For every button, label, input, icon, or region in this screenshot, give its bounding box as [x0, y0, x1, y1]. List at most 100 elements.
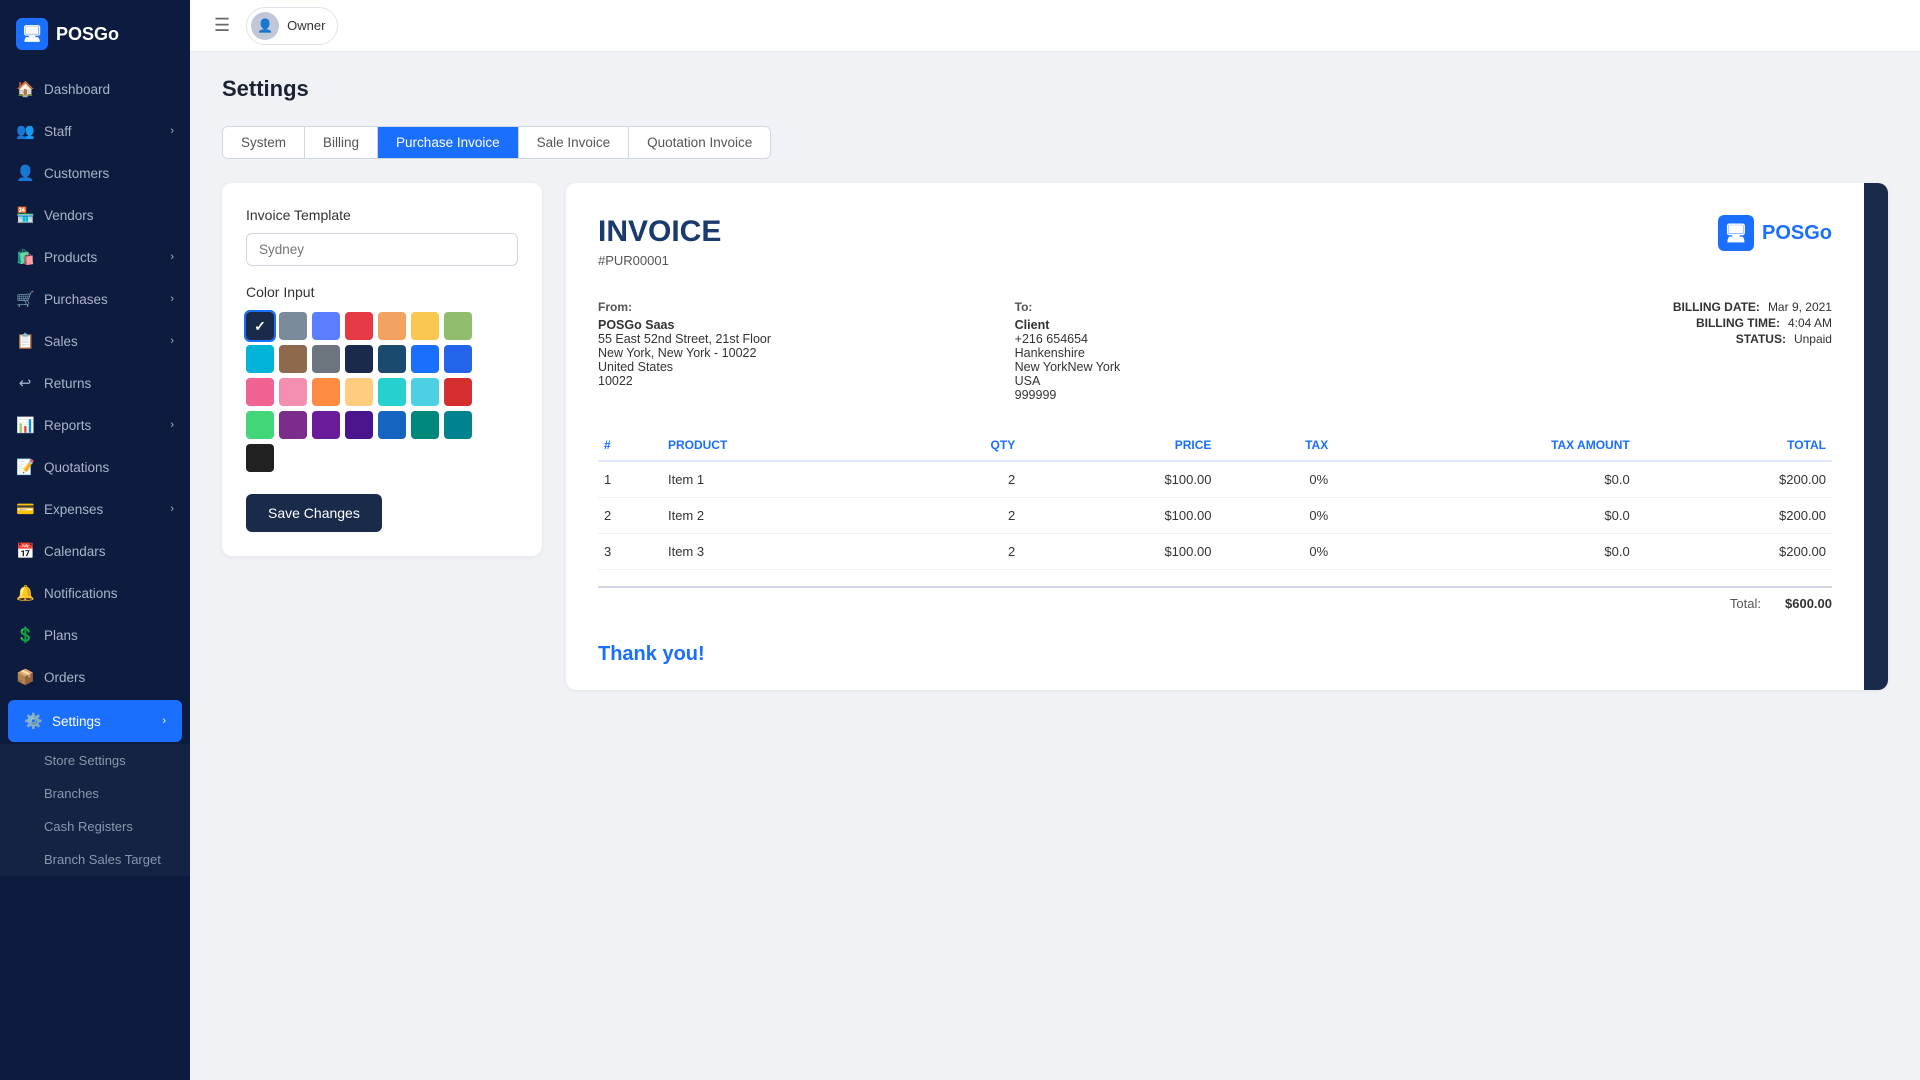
sidebar-item-reports[interactable]: 📊 Reports ›	[0, 404, 190, 446]
topbar: ☰ 👤 Owner	[190, 0, 1920, 52]
color-swatch-21[interactable]	[246, 411, 274, 439]
tab-sale-invoice[interactable]: Sale Invoice	[519, 127, 630, 158]
invoice-stripe	[1864, 183, 1888, 690]
color-swatch-19[interactable]	[411, 378, 439, 406]
app-logo[interactable]: 🖥 POSGo	[0, 0, 190, 68]
color-swatch-18[interactable]	[378, 378, 406, 406]
tab-purchase-invoice[interactable]: Purchase Invoice	[378, 127, 519, 158]
expenses-chevron-icon: ›	[170, 503, 174, 515]
col-total: TOTAL	[1636, 430, 1832, 461]
save-button[interactable]: Save Changes	[246, 494, 382, 532]
sidebar-item-sales[interactable]: 📋 Sales ›	[0, 320, 190, 362]
sidebar-item-calendars[interactable]: 📅 Calendars	[0, 530, 190, 572]
sidebar-label-notifications: Notifications	[44, 586, 118, 601]
to-name: Client	[1015, 318, 1416, 332]
color-swatch-3[interactable]	[345, 312, 373, 340]
content-area: Settings System Billing Purchase Invoice…	[190, 52, 1920, 1080]
color-swatch-24[interactable]	[345, 411, 373, 439]
sidebar-label-staff: Staff	[44, 124, 72, 139]
col-tax: TAX	[1217, 430, 1334, 461]
color-swatch-7[interactable]	[246, 345, 274, 373]
color-swatch-16[interactable]	[312, 378, 340, 406]
sidebar-item-customers[interactable]: 👤 Customers	[0, 152, 190, 194]
user-label: Owner	[287, 18, 325, 33]
tab-system[interactable]: System	[223, 127, 305, 158]
template-input[interactable]	[246, 233, 518, 266]
color-swatch-4[interactable]	[378, 312, 406, 340]
sidebar-item-returns[interactable]: ↩ Returns	[0, 362, 190, 404]
billing-time-label: BILLING TIME:	[1696, 316, 1780, 330]
sidebar-item-plans[interactable]: 💲 Plans	[0, 614, 190, 656]
invoice-logo: 🖥 POSGo	[1718, 215, 1832, 251]
cell-price: $100.00	[1021, 534, 1217, 570]
color-swatch-12[interactable]	[411, 345, 439, 373]
billing-time-val: 4:04 AM	[1788, 316, 1832, 330]
sidebar-item-orders[interactable]: 📦 Orders	[0, 656, 190, 698]
to-city1: Hankenshire	[1015, 346, 1416, 360]
invoice-logo-icon: 🖥	[1718, 215, 1754, 251]
sidebar-item-products[interactable]: 🛍️ Products ›	[0, 236, 190, 278]
color-swatch-0[interactable]	[246, 312, 274, 340]
color-swatch-9[interactable]	[312, 345, 340, 373]
cell-tax-amount: $0.0	[1334, 534, 1636, 570]
reports-icon: 📊	[16, 416, 34, 434]
color-swatch-5[interactable]	[411, 312, 439, 340]
from-city: New York, New York - 10022	[598, 346, 999, 360]
sidebar-item-vendors[interactable]: 🏪 Vendors	[0, 194, 190, 236]
sidebar-item-expenses[interactable]: 💳 Expenses ›	[0, 488, 190, 530]
form-panel: Invoice Template Color Input Save Change…	[222, 183, 542, 556]
total-label: Total:	[1730, 596, 1761, 611]
sidebar-item-quotations[interactable]: 📝 Quotations	[0, 446, 190, 488]
tab-quotation-invoice[interactable]: Quotation Invoice	[629, 127, 770, 158]
color-swatch-1[interactable]	[279, 312, 307, 340]
table-row: 2 Item 2 2 $100.00 0% $0.0 $200.00	[598, 498, 1832, 534]
page-title: Settings	[222, 76, 1888, 102]
sidebar-item-notifications[interactable]: 🔔 Notifications	[0, 572, 190, 614]
color-swatch-2[interactable]	[312, 312, 340, 340]
invoice-header: INVOICE #PUR00001 🖥 POSGo	[598, 215, 1832, 268]
sidebar-sub-cash-registers[interactable]: Cash Registers	[0, 810, 190, 843]
color-swatch-15[interactable]	[279, 378, 307, 406]
color-swatch-25[interactable]	[378, 411, 406, 439]
color-swatch-8[interactable]	[279, 345, 307, 373]
color-swatch-14[interactable]	[246, 378, 274, 406]
color-swatch-13[interactable]	[444, 345, 472, 373]
sidebar-sub-branches[interactable]: Branches	[0, 777, 190, 810]
color-swatch-6[interactable]	[444, 312, 472, 340]
color-swatch-26[interactable]	[411, 411, 439, 439]
status-val: Unpaid	[1794, 332, 1832, 346]
color-swatch-23[interactable]	[312, 411, 340, 439]
user-button[interactable]: 👤 Owner	[246, 7, 338, 45]
sales-chevron-icon: ›	[170, 335, 174, 347]
color-swatch-20[interactable]	[444, 378, 472, 406]
purchases-chevron-icon: ›	[170, 293, 174, 305]
col-product: PRODUCT	[662, 430, 899, 461]
sidebar-label-calendars: Calendars	[44, 544, 106, 559]
color-swatch-11[interactable]	[378, 345, 406, 373]
color-swatch-22[interactable]	[279, 411, 307, 439]
status-label: STATUS:	[1736, 332, 1786, 346]
color-swatch-27[interactable]	[444, 411, 472, 439]
sidebar-item-staff[interactable]: 👥 Staff ›	[0, 110, 190, 152]
sidebar-item-dashboard[interactable]: 🏠 Dashboard	[0, 68, 190, 110]
sidebar-sub-store-settings[interactable]: Store Settings	[0, 744, 190, 777]
sidebar-item-settings[interactable]: ⚙️ Settings ›	[8, 700, 182, 742]
sidebar-label-products: Products	[44, 250, 97, 265]
cell-price: $100.00	[1021, 461, 1217, 498]
invoice-inner: INVOICE #PUR00001 🖥 POSGo From: POSGo Sa…	[566, 183, 1864, 690]
menu-icon[interactable]: ☰	[214, 15, 230, 36]
cell-total: $200.00	[1636, 498, 1832, 534]
color-grid	[246, 312, 518, 472]
tab-billing[interactable]: Billing	[305, 127, 378, 158]
settings-panel: Invoice Template Color Input Save Change…	[222, 183, 1888, 690]
template-label: Invoice Template	[246, 207, 518, 223]
sidebar-sub-branch-sales-target[interactable]: Branch Sales Target	[0, 843, 190, 876]
col-tax-amount: TAX AMOUNT	[1334, 430, 1636, 461]
color-swatch-10[interactable]	[345, 345, 373, 373]
reports-chevron-icon: ›	[170, 419, 174, 431]
color-swatch-17[interactable]	[345, 378, 373, 406]
sidebar-label-settings: Settings	[52, 714, 101, 729]
color-swatch-28[interactable]	[246, 444, 274, 472]
sidebar-item-purchases[interactable]: 🛒 Purchases ›	[0, 278, 190, 320]
main-content: ☰ 👤 Owner Settings System Billing Purcha…	[190, 0, 1920, 1080]
